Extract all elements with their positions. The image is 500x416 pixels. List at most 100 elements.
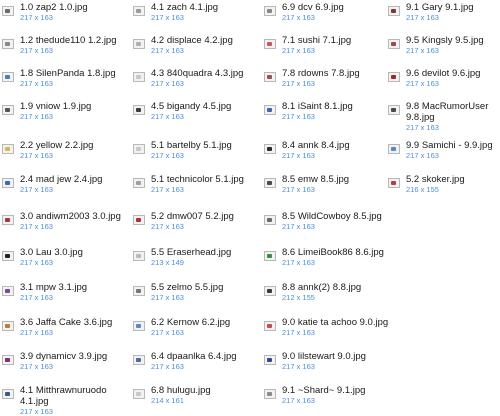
file-name: 9.0 katie ta achoo 9.0.jpg [282, 317, 389, 328]
file-name: 9.1 ~Shard~ 9.1.jpg [282, 385, 366, 396]
image-file-icon [133, 321, 145, 331]
file-name: 3.6 Jaffa Cake 3.6.jpg [20, 317, 113, 328]
image-dimensions: 217 x 163 [282, 46, 315, 55]
file-name: 5.1 bartelby 5.1.jpg [151, 140, 232, 151]
file-name: 6.4 dpaanlka 6.4.jpg [151, 351, 237, 362]
image-dimensions: 217 x 163 [282, 112, 315, 121]
file-name: 1.8 SilenPanda 1.8.jpg [20, 68, 116, 79]
image-file-icon [2, 251, 14, 261]
file-name: 4.1 zach 4.1.jpg [151, 2, 219, 13]
image-dimensions: 217 x 163 [151, 293, 184, 302]
image-dimensions: 217 x 163 [151, 222, 184, 231]
file-name: 9.9 Samichi - 9.9.jpg [406, 140, 493, 151]
image-file-icon [133, 72, 145, 82]
image-file-icon [133, 6, 145, 16]
image-file-icon [133, 215, 145, 225]
file-name: 8.5 WildCowboy 8.5.jpg [282, 211, 382, 222]
image-file-icon [133, 144, 145, 154]
file-name: 8.6 LimeiBook86 8.6.jpg [282, 247, 384, 258]
image-file-icon [264, 355, 276, 365]
file-name: 3.0 andiwm2003 3.0.jpg [20, 211, 121, 222]
image-dimensions: 217 x 163 [20, 112, 53, 121]
image-dimensions: 217 x 163 [406, 46, 439, 55]
image-dimensions: 217 x 163 [406, 123, 439, 132]
image-file-icon [264, 321, 276, 331]
image-dimensions: 217 x 163 [282, 362, 315, 371]
image-dimensions: 217 x 163 [282, 185, 315, 194]
image-file-icon [388, 72, 400, 82]
image-dimensions: 217 x 163 [20, 258, 53, 267]
file-name: 3.1 mpw 3.1.jpg [20, 282, 88, 293]
file-name: 5.2 skoker.jpg [406, 174, 465, 185]
file-name: 3.0 Lau 3.0.jpg [20, 247, 83, 258]
image-file-icon [2, 286, 14, 296]
image-dimensions: 216 x 155 [406, 185, 439, 194]
file-name: 7.1 sushi 7.1.jpg [282, 35, 352, 46]
image-dimensions: 217 x 163 [151, 79, 184, 88]
image-dimensions: 212 x 155 [282, 293, 315, 302]
image-file-icon [2, 105, 14, 115]
file-name: 7.8 rdowns 7.8.jpg [282, 68, 360, 79]
image-file-icon [2, 6, 14, 16]
image-file-icon [264, 6, 276, 16]
image-file-icon [264, 389, 276, 399]
file-name: 9.0 lilstewart 9.0.jpg [282, 351, 366, 362]
image-dimensions: 217 x 163 [151, 185, 184, 194]
file-name: 4.5 bigandy 4.5.jpg [151, 101, 232, 112]
image-file-icon [388, 144, 400, 154]
file-name: 9.1 Gary 9.1.jpg [406, 2, 474, 13]
file-name: 5.5 Eraserhead.jpg [151, 247, 232, 258]
image-dimensions: 217 x 163 [20, 222, 53, 231]
file-name: 5.2 dmw007 5.2.jpg [151, 211, 234, 222]
image-file-icon [264, 215, 276, 225]
image-dimensions: 217 x 163 [282, 151, 315, 160]
image-dimensions: 214 x 161 [151, 396, 184, 405]
image-dimensions: 217 x 163 [282, 13, 315, 22]
image-file-icon [2, 321, 14, 331]
image-file-icon [2, 389, 14, 399]
file-name: 8.5 emw 8.5.jpg [282, 174, 350, 185]
file-name: 6.8 hulugu.jpg [151, 385, 211, 396]
file-name: 6.9 dcv 6.9.jpg [282, 2, 344, 13]
file-name: 4.3 840quadra 4.3.jpg [151, 68, 244, 79]
image-dimensions: 217 x 163 [282, 222, 315, 231]
file-name: 8.4 annk 8.4.jpg [282, 140, 350, 151]
image-file-icon [133, 39, 145, 49]
image-dimensions: 217 x 163 [282, 396, 315, 405]
image-file-icon [388, 178, 400, 188]
image-dimensions: 217 x 163 [20, 362, 53, 371]
image-dimensions: 217 x 163 [151, 46, 184, 55]
image-file-icon [133, 251, 145, 261]
image-file-icon [388, 105, 400, 115]
image-file-icon [2, 39, 14, 49]
image-dimensions: 217 x 163 [20, 13, 53, 22]
image-file-icon [2, 355, 14, 365]
image-file-icon [264, 144, 276, 154]
file-name: 5.1 technicolor 5.1.jpg [151, 174, 244, 185]
file-grid: 1.0 zap2 1.0.jpg 217 x 163 1.2 thedude110 … [0, 0, 500, 416]
image-file-icon [133, 389, 145, 399]
file-name: 9.6 devilot 9.6.jpg [406, 68, 481, 79]
file-name: 9.8 MacRumorUser 9.8.jpg [406, 101, 489, 123]
image-file-icon [264, 39, 276, 49]
image-file-icon [264, 178, 276, 188]
image-file-icon [133, 105, 145, 115]
image-dimensions: 217 x 163 [151, 151, 184, 160]
image-file-icon [388, 6, 400, 16]
file-name: 5.5 zelmo 5.5.jpg [151, 282, 224, 293]
image-dimensions: 217 x 163 [406, 79, 439, 88]
file-name: 4.2 displace 4.2.jpg [151, 35, 233, 46]
image-file-icon [133, 355, 145, 365]
image-dimensions: 217 x 163 [20, 151, 53, 160]
file-name: 2.4 mad jew 2.4.jpg [20, 174, 103, 185]
file-name: 1.2 thedude110 1.2.jpg [20, 35, 117, 46]
image-dimensions: 217 x 163 [151, 112, 184, 121]
file-name: 1.9 vniow 1.9.jpg [20, 101, 92, 112]
image-file-icon [264, 251, 276, 261]
image-file-icon [2, 72, 14, 82]
file-name: 4.1 Mitthrawnuruodo 4.1.jpg [20, 385, 107, 407]
file-name: 8.8 annk(2) 8.8.jpg [282, 282, 362, 293]
image-dimensions: 217 x 163 [20, 46, 53, 55]
image-file-icon [133, 178, 145, 188]
image-dimensions: 217 x 163 [282, 328, 315, 337]
